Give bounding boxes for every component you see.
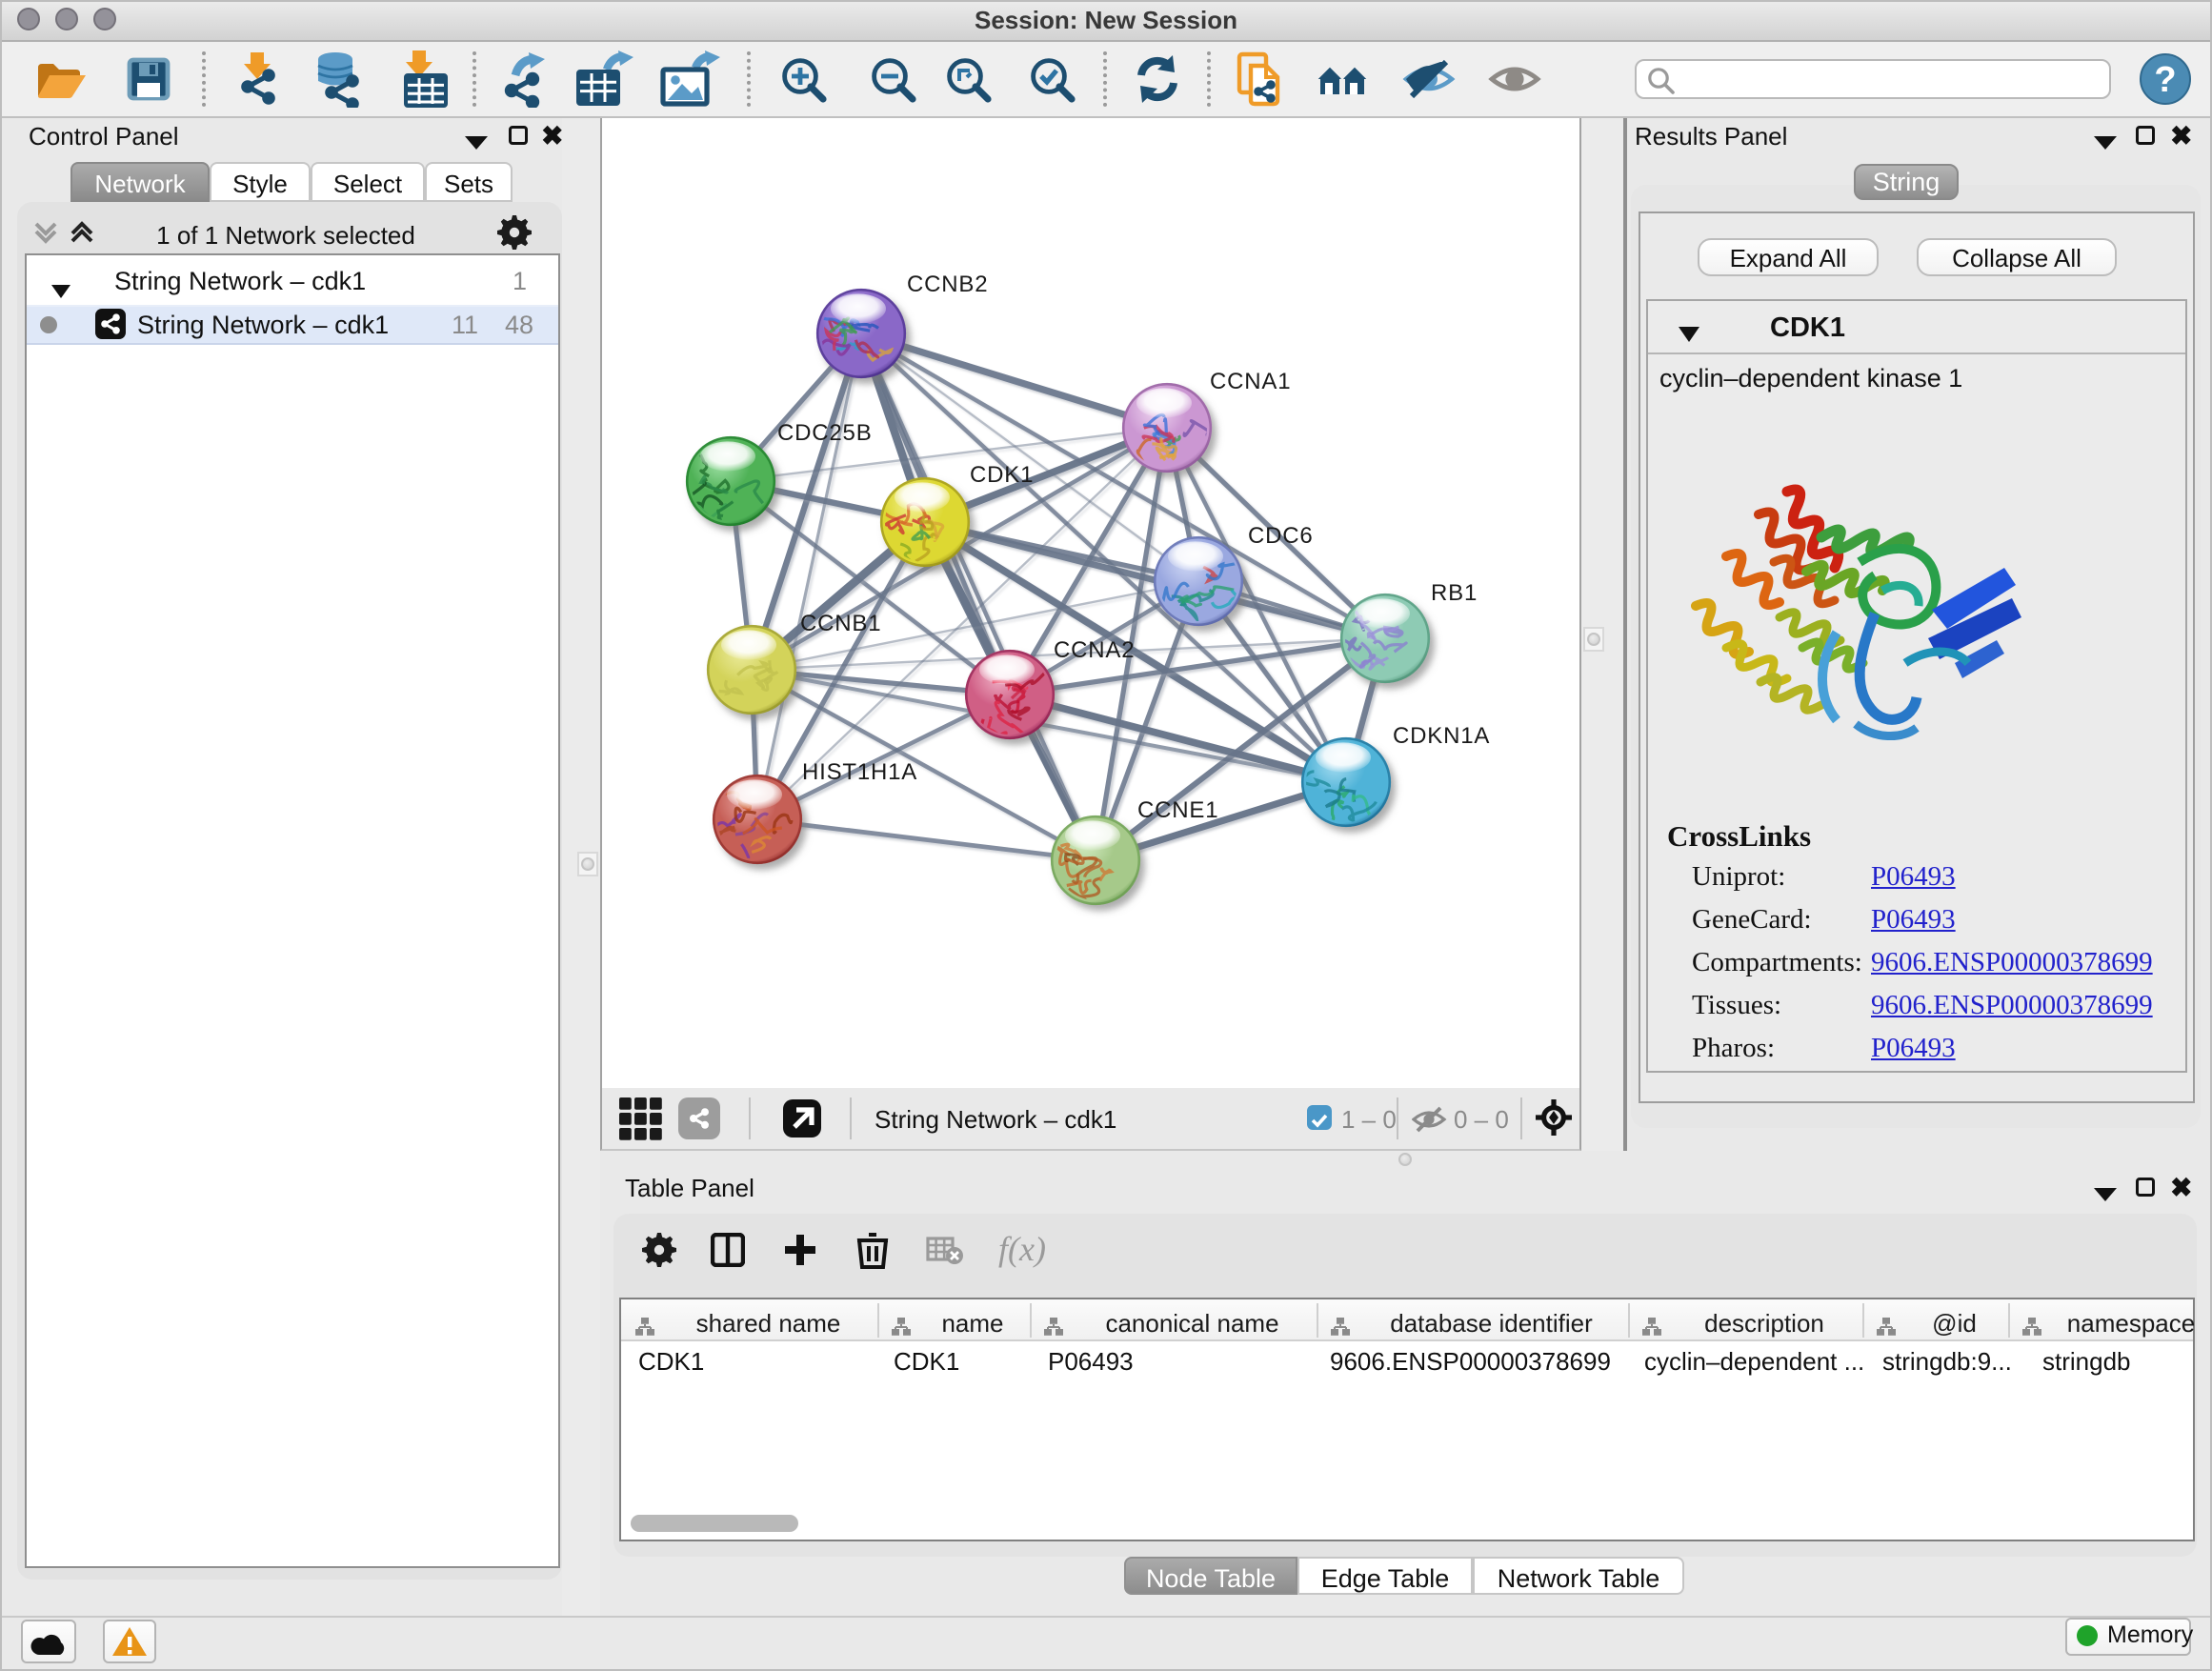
svg-text:CDK1: CDK1 xyxy=(970,462,1034,488)
svg-text:CCNE1: CCNE1 xyxy=(1137,797,1218,823)
svg-text:CDKN1A: CDKN1A xyxy=(1393,723,1490,749)
svg-text:HIST1H1A: HIST1H1A xyxy=(802,759,917,785)
svg-text:CDC6: CDC6 xyxy=(1248,523,1314,549)
svg-text:CDC25B: CDC25B xyxy=(777,420,873,446)
svg-text:CCNB1: CCNB1 xyxy=(800,611,881,636)
svg-text:RB1: RB1 xyxy=(1431,580,1478,606)
svg-text:CCNA2: CCNA2 xyxy=(1054,637,1135,663)
svg-text:CCNB2: CCNB2 xyxy=(907,272,988,297)
svg-text:CCNA1: CCNA1 xyxy=(1210,369,1291,394)
